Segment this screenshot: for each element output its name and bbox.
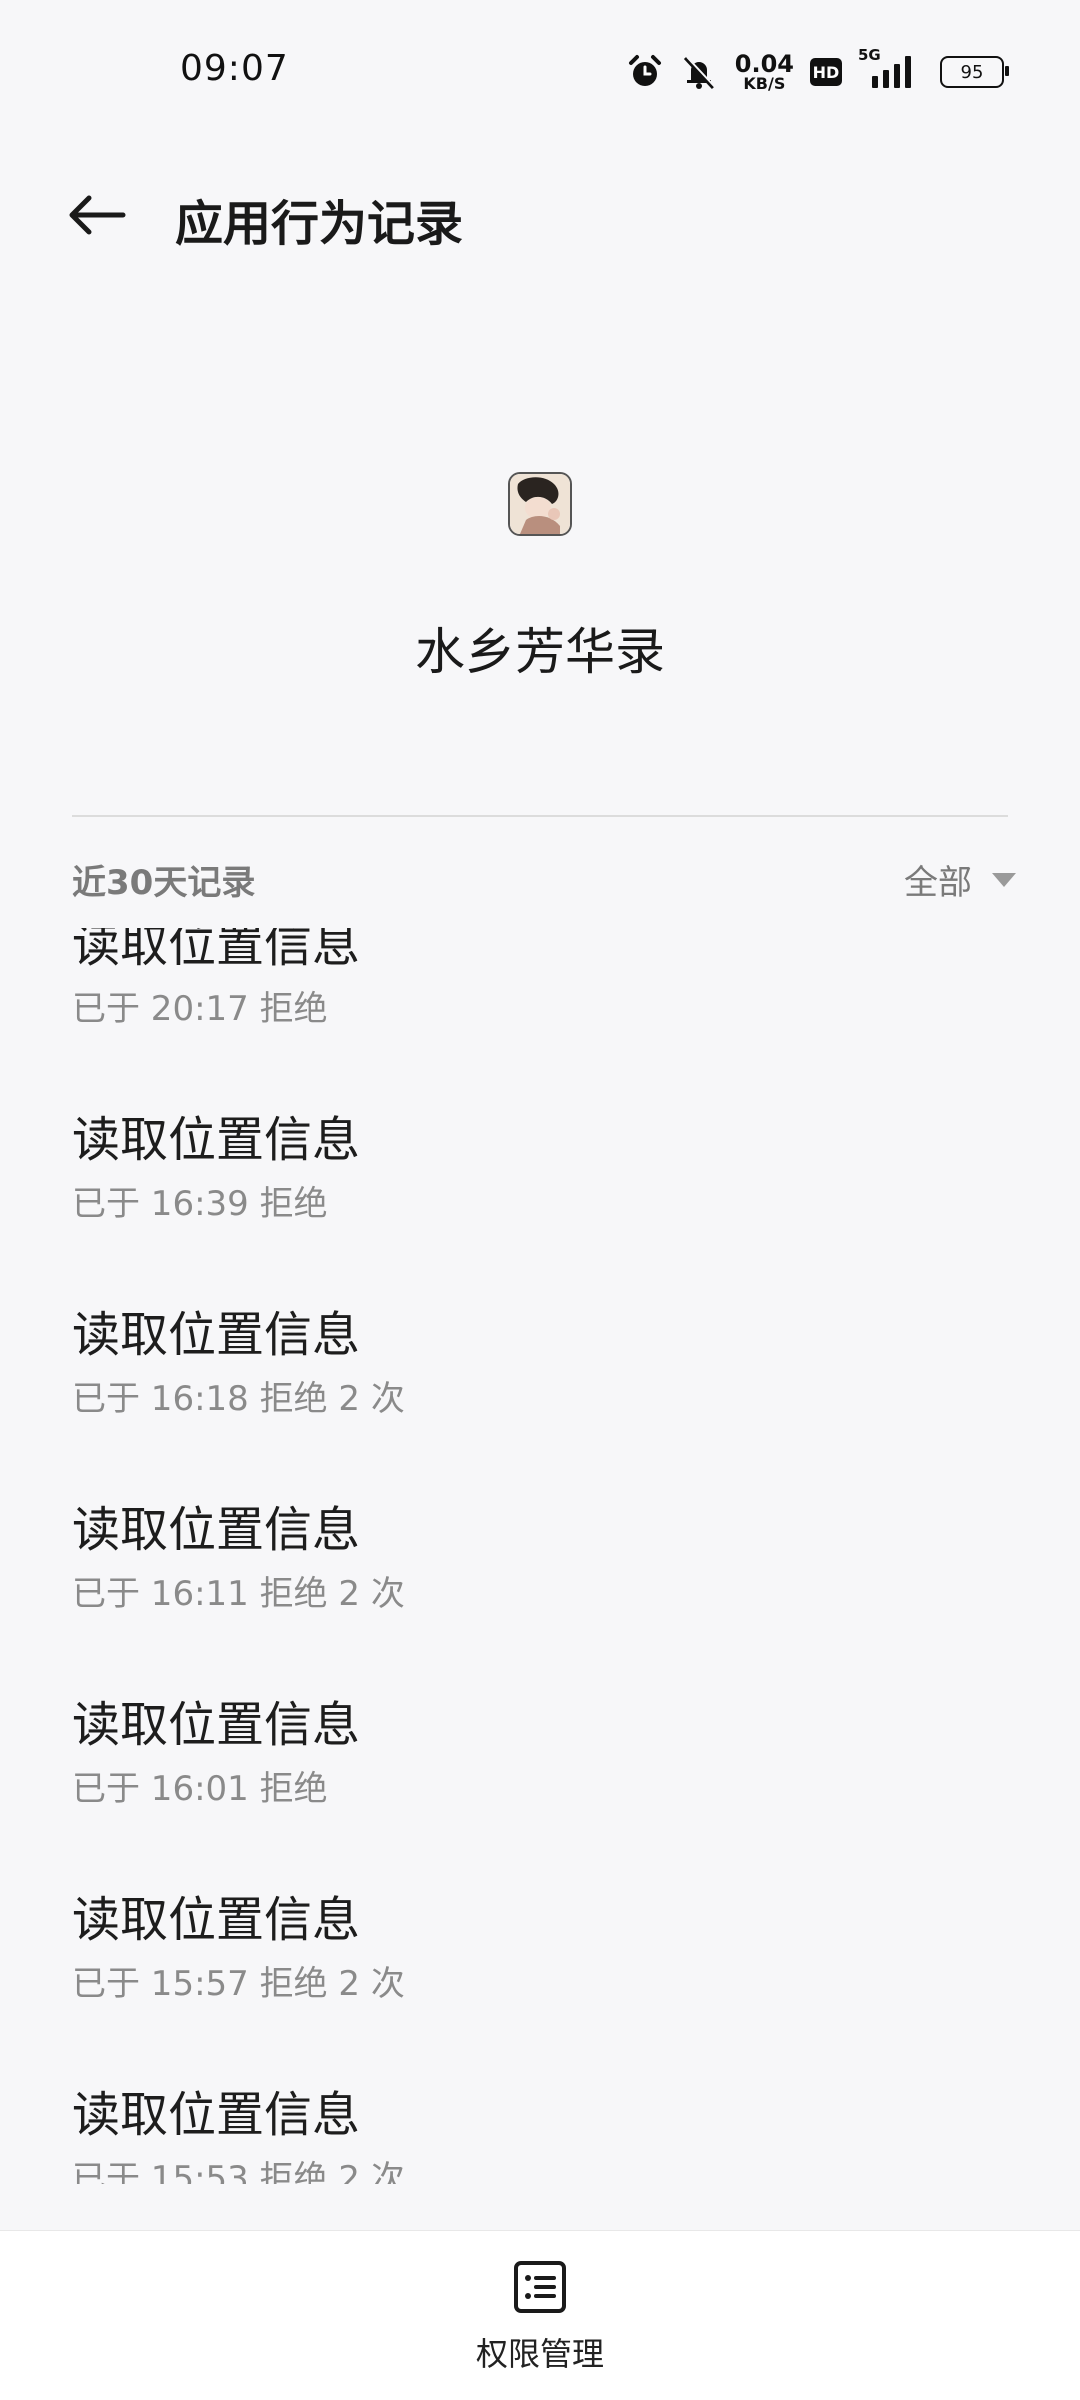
list-item[interactable]: 读取位置信息 已于 16:18 拒绝 2 次 bbox=[0, 1303, 1080, 1498]
list-item[interactable]: 读取位置信息 已于 15:57 拒绝 2 次 bbox=[0, 1888, 1080, 2083]
app-icon bbox=[508, 472, 572, 536]
record-detail: 已于 16:11 拒绝 2 次 bbox=[72, 1574, 405, 1614]
permission-management-label: 权限管理 bbox=[475, 2335, 604, 2373]
record-title: 读取位置信息 bbox=[72, 1892, 361, 1948]
record-title: 读取位置信息 bbox=[72, 1112, 361, 1168]
network-speed: 0.04 KB/S bbox=[734, 50, 794, 93]
record-detail: 已于 15:53 拒绝 2 次 bbox=[72, 2159, 405, 2184]
status-bar: 09:07 0.04 KB/S HD 5G 95 bbox=[0, 0, 1080, 140]
record-title: 读取位置信息 bbox=[72, 1697, 361, 1753]
record-detail: 已于 16:39 拒绝 bbox=[72, 1184, 328, 1224]
status-time: 09:07 bbox=[180, 48, 289, 89]
list-document-icon bbox=[512, 2259, 568, 2319]
battery-icon: 95 bbox=[940, 56, 1009, 88]
records-list[interactable]: 读取位置信息 已于 20:17 拒绝 读取位置信息 已于 16:39 拒绝 读取… bbox=[0, 928, 1080, 2184]
list-item[interactable]: 读取位置信息 已于 15:53 拒绝 2 次 bbox=[0, 2083, 1080, 2184]
filter-label: 全部 bbox=[904, 863, 972, 903]
permission-management-button[interactable]: 权限管理 bbox=[440, 2259, 640, 2379]
filter-dropdown[interactable]: 全部 bbox=[904, 855, 1016, 904]
screen: 09:07 0.04 KB/S HD 5G 95 应用行为记录 水乡芳华录 近3… bbox=[0, 0, 1080, 2400]
divider bbox=[72, 815, 1008, 817]
record-title: 读取位置信息 bbox=[72, 1502, 361, 1558]
record-title: 读取位置信息 bbox=[72, 1307, 361, 1363]
record-title: 读取位置信息 bbox=[72, 928, 361, 973]
bottom-bar: 权限管理 bbox=[0, 2230, 1080, 2400]
arrow-left-icon bbox=[67, 193, 127, 241]
record-detail: 已于 20:17 拒绝 bbox=[72, 989, 328, 1029]
page-title: 应用行为记录 bbox=[175, 196, 464, 252]
triangle-down-icon bbox=[992, 872, 1016, 887]
record-detail: 已于 15:57 拒绝 2 次 bbox=[72, 1964, 405, 2004]
record-title: 读取位置信息 bbox=[72, 2087, 361, 2143]
signal-icon: 5G bbox=[858, 46, 924, 92]
list-item[interactable]: 读取位置信息 已于 16:01 拒绝 bbox=[0, 1693, 1080, 1888]
back-button[interactable] bbox=[52, 182, 142, 252]
list-item[interactable]: 读取位置信息 已于 16:11 拒绝 2 次 bbox=[0, 1498, 1080, 1693]
app-name: 水乡芳华录 bbox=[415, 623, 665, 681]
list-item[interactable]: 读取位置信息 已于 20:17 拒绝 bbox=[0, 928, 1080, 1108]
bell-off-icon bbox=[679, 54, 719, 90]
record-detail: 已于 16:18 拒绝 2 次 bbox=[72, 1379, 405, 1419]
hd-badge: HD bbox=[810, 58, 842, 86]
alarm-clock-icon bbox=[627, 54, 663, 90]
status-icons: 0.04 KB/S HD 5G 95 bbox=[627, 46, 1009, 96]
list-item[interactable]: 读取位置信息 已于 16:39 拒绝 bbox=[0, 1108, 1080, 1303]
record-detail: 已于 16:01 拒绝 bbox=[72, 1769, 328, 1809]
section-label: 近30天记录 bbox=[72, 863, 256, 903]
app-bar: 应用行为记录 bbox=[0, 160, 1080, 270]
